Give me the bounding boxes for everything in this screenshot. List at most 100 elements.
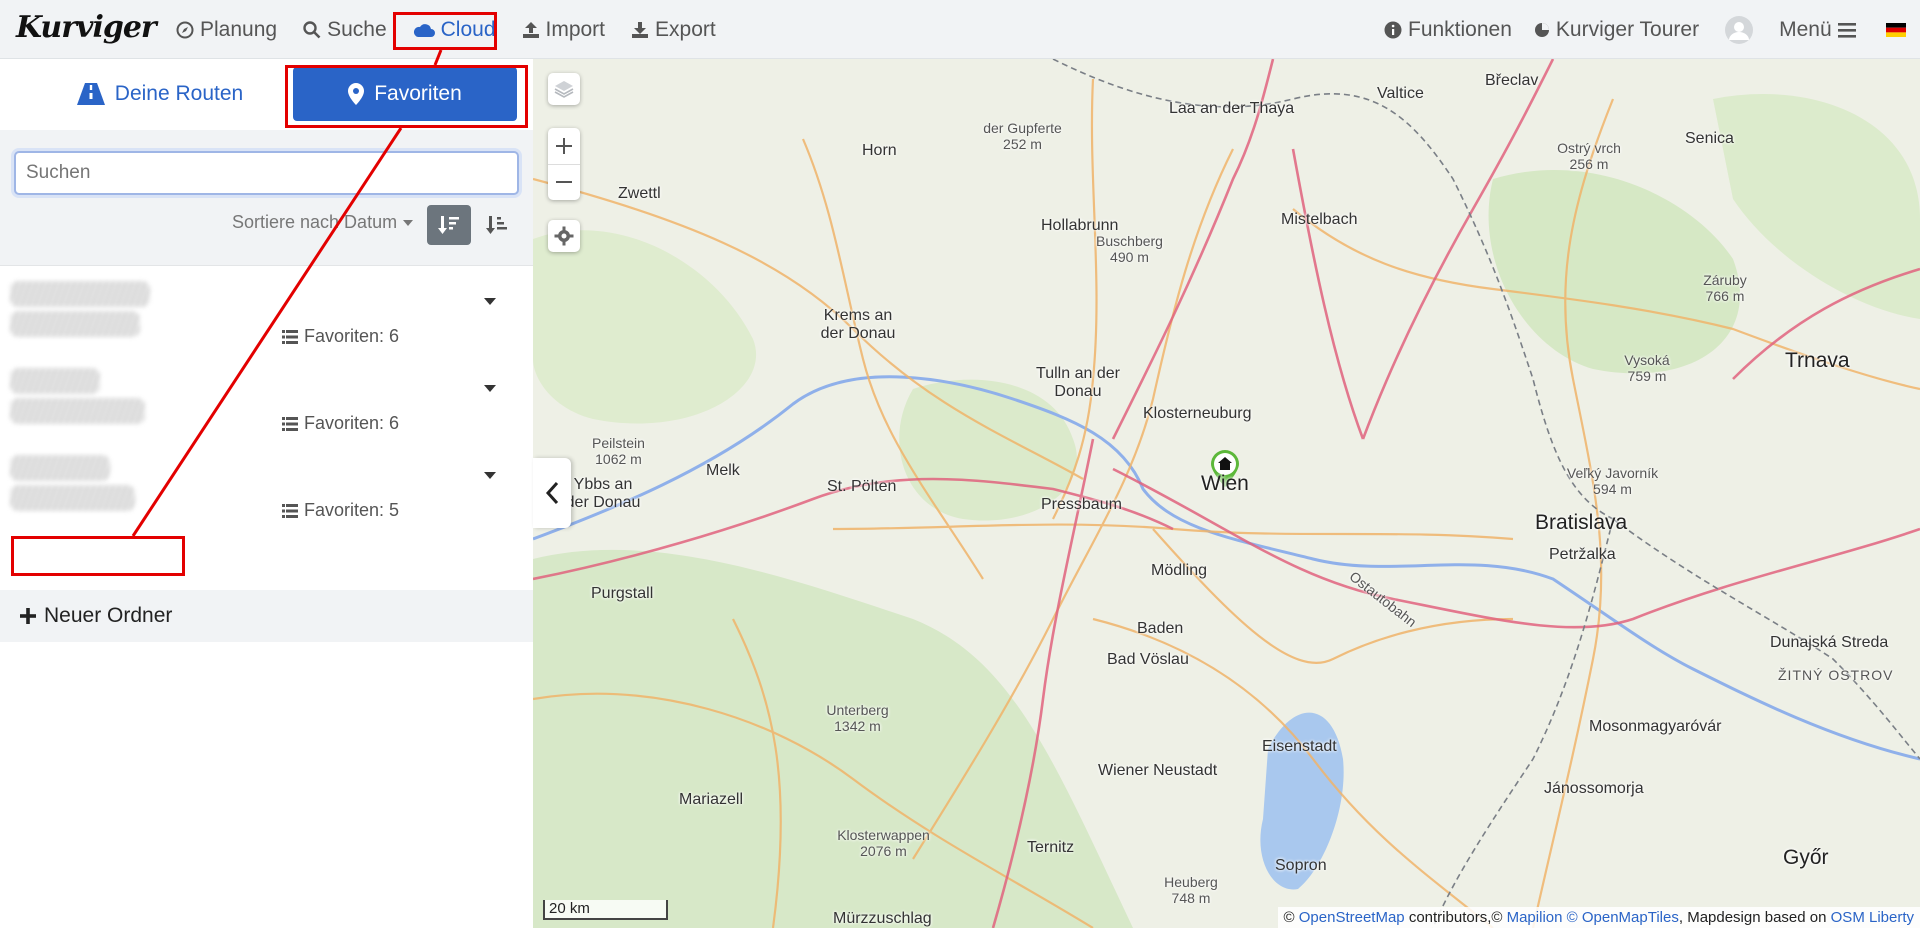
openmaptiles-link[interactable]: © OpenMapTiles — [1567, 909, 1679, 926]
sort-ascending-button[interactable] — [475, 205, 519, 245]
plus-icon — [556, 137, 572, 154]
place-label: Senica — [1685, 130, 1734, 147]
german-flag-icon — [1885, 22, 1906, 37]
folder-fav-count: Favoriten: 6 — [282, 413, 399, 434]
place-label: Trnava — [1785, 349, 1850, 372]
attribution-design: , Mapdesign based on — [1678, 909, 1827, 926]
download-icon — [631, 21, 649, 39]
sort-descending-button[interactable] — [427, 205, 471, 245]
tab-deine-routen[interactable]: Deine Routen — [40, 67, 280, 121]
place-label: Mosonmagyaróvár — [1589, 718, 1722, 735]
peak-label: Záruby 766 m — [1703, 272, 1747, 304]
top-navbar: Kurviger Planung Suche Cloud Import Expo… — [0, 0, 1920, 59]
place-label: Tulln an der Donau — [1036, 365, 1120, 400]
sort-dropdown[interactable]: Sortiere nach Datum — [232, 212, 414, 233]
user-avatar[interactable] — [1721, 15, 1757, 44]
place-label: Mariazell — [679, 791, 744, 808]
nav-kurviger-tourer[interactable]: Kurviger Tourer — [1530, 18, 1703, 42]
compass-icon — [176, 21, 194, 39]
app-logo[interactable]: Kurviger — [16, 10, 157, 45]
list-icon — [282, 416, 298, 431]
blurred-folder-name — [10, 455, 110, 481]
nav-cloud[interactable]: Cloud — [409, 18, 500, 42]
folder-fav-count-label: Favoriten: 5 — [304, 500, 400, 520]
nav-menu[interactable]: Menü — [1775, 18, 1860, 42]
peak-label: der Gupferte 252 m — [983, 120, 1062, 152]
nav-import[interactable]: Import — [518, 18, 610, 42]
peak-label: Unterberg 1342 m — [826, 702, 889, 734]
map-marker-icon — [348, 83, 365, 105]
road-icon — [76, 83, 105, 105]
folder-fav-count: Favoriten: 6 — [282, 326, 399, 347]
cloud-icon — [413, 22, 435, 38]
folder-item[interactable]: Favoriten: 6 — [0, 273, 533, 360]
mapilion-link[interactable]: Mapilion — [1507, 909, 1563, 926]
peak-label: Ostrý vrch 256 m — [1557, 140, 1621, 172]
new-folder-row: Neuer Ordner — [0, 590, 533, 642]
folder-fav-count-label: Favoriten: 6 — [304, 326, 400, 346]
folder-options-caret[interactable] — [484, 298, 496, 305]
map-view[interactable]: Wien Bratislava Trnava Győr Krems an der… — [533, 59, 1920, 928]
tab-favoriten[interactable]: Favoriten — [293, 67, 517, 121]
layers-button[interactable] — [548, 73, 580, 105]
favorites-sidebar: Deine Routen Favoriten Sortiere nach Dat… — [0, 59, 533, 928]
attribution-prefix: © — [1283, 909, 1295, 926]
nav-menu-label: Menü — [1779, 17, 1832, 41]
place-label: Mödling — [1151, 562, 1208, 579]
avatar-icon — [1725, 15, 1754, 44]
place-label: Jánossomorja — [1544, 780, 1644, 797]
search-icon — [303, 20, 321, 39]
place-label: Győr — [1783, 846, 1829, 869]
place-label: Bad Vöslau — [1107, 651, 1189, 668]
sort-descending-icon — [438, 216, 459, 234]
place-label: Dunajská Streda — [1770, 634, 1889, 651]
place-label: Zwettl — [618, 185, 661, 202]
chevron-left-icon — [545, 481, 559, 505]
language-flag-de[interactable] — [1882, 22, 1910, 37]
info-icon — [1384, 21, 1402, 39]
zoom-in-button[interactable] — [548, 128, 580, 165]
peak-label: Vysoká 759 m — [1624, 352, 1670, 384]
minus-icon — [556, 181, 572, 184]
nav-funktionen-label: Funktionen — [1408, 17, 1512, 41]
peak-label: Peilstein 1062 m — [592, 435, 645, 467]
tab-deine-routen-label: Deine Routen — [114, 82, 244, 105]
new-folder-button[interactable]: Neuer Ordner — [20, 604, 172, 628]
nav-export[interactable]: Export — [627, 18, 720, 42]
collapse-sidebar-button[interactable] — [533, 458, 571, 528]
place-label: Purgstall — [591, 585, 654, 602]
nav-import-label: Import — [545, 17, 606, 41]
map-attribution: © OpenStreetMap contributors,© Mapilion … — [1277, 907, 1920, 928]
place-label: Ternitz — [1027, 839, 1075, 856]
osm-liberty-link[interactable]: OSM Liberty — [1831, 909, 1914, 926]
folder-options-caret[interactable] — [484, 385, 496, 392]
map-settings-button[interactable] — [548, 220, 580, 252]
list-icon — [282, 503, 298, 518]
folder-fav-count-label: Favoriten: 6 — [304, 413, 400, 433]
nav-planung[interactable]: Planung — [172, 18, 281, 42]
place-label: Sopron — [1275, 857, 1327, 874]
folder-item[interactable]: Favoriten: 5 — [0, 447, 533, 534]
right-nav: Funktionen Kurviger Tourer Menü — [1380, 0, 1910, 59]
nav-suche-label: Suche — [327, 17, 387, 41]
hamburger-icon — [1837, 22, 1856, 38]
nav-suche[interactable]: Suche — [299, 18, 391, 42]
tourer-icon — [1534, 22, 1550, 38]
zoom-out-button[interactable] — [548, 165, 580, 201]
place-label: Mürzzuschlag — [833, 910, 932, 927]
sort-dropdown-label: Sortiere nach Datum — [232, 212, 398, 232]
place-label: Bratislava — [1535, 511, 1628, 534]
favorites-toolbar: Sortiere nach Datum — [0, 130, 533, 266]
folder-fav-count: Favoriten: 5 — [282, 500, 399, 521]
place-label: Baden — [1137, 620, 1184, 637]
folder-options-caret[interactable] — [484, 472, 496, 479]
peak-label: Heuberg 748 m — [1164, 874, 1218, 906]
place-label: Melk — [706, 462, 740, 479]
place-label: Pressbaum — [1041, 496, 1122, 513]
nav-funktionen[interactable]: Funktionen — [1380, 18, 1516, 42]
place-label: Wiener Neustadt — [1098, 762, 1218, 779]
osm-link[interactable]: OpenStreetMap — [1299, 909, 1405, 926]
peak-label: Klosterwappen 2076 m — [837, 827, 930, 859]
folder-item[interactable]: Favoriten: 6 — [0, 360, 533, 447]
search-input[interactable] — [14, 151, 519, 195]
